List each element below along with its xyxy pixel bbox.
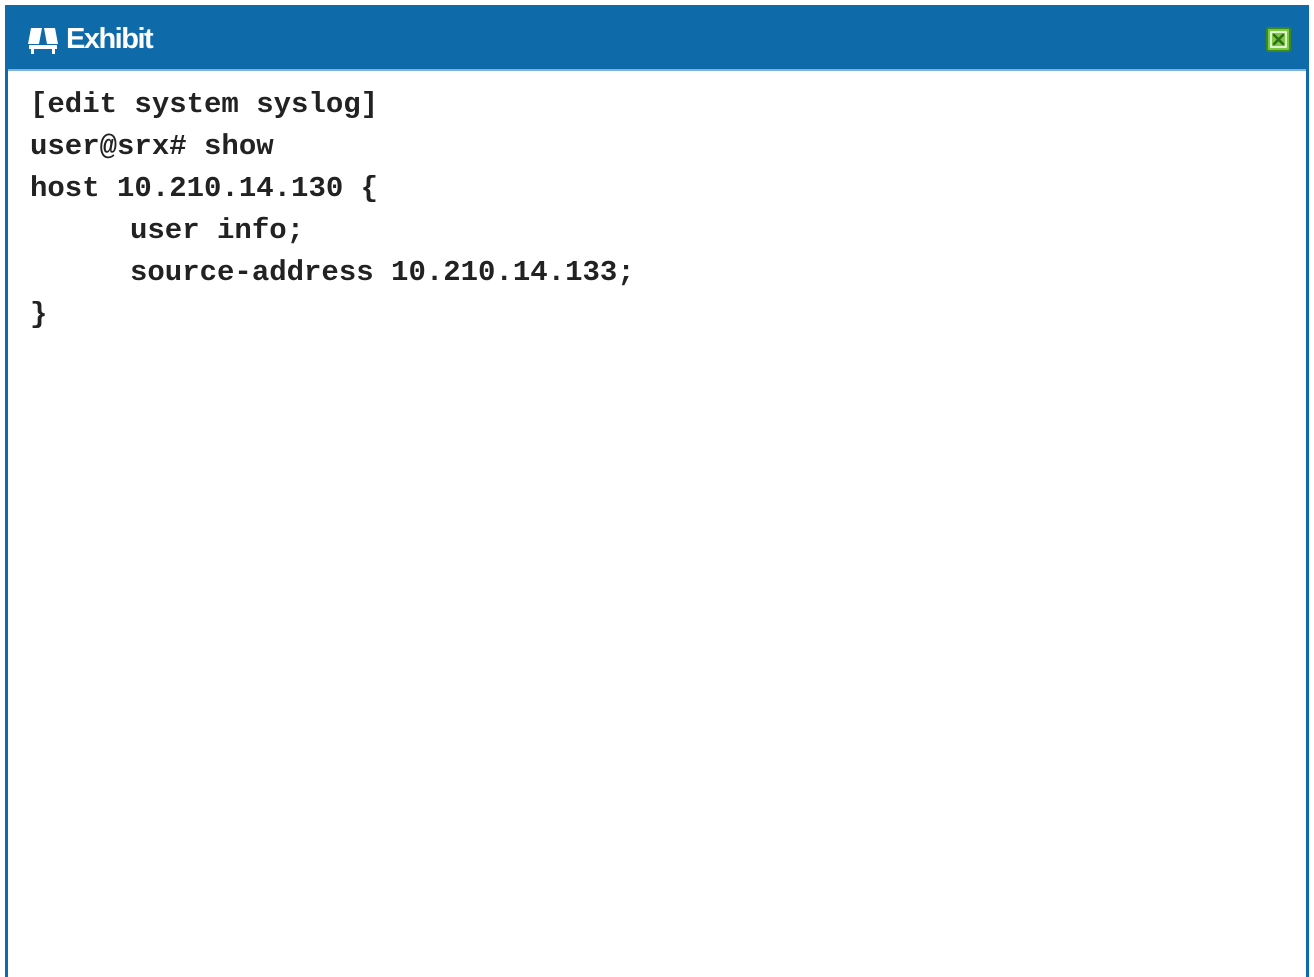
- config-line-close-brace: }: [30, 298, 48, 331]
- close-icon: [1266, 27, 1291, 52]
- close-button[interactable]: [1266, 27, 1291, 52]
- config-line-user: user info;: [130, 214, 305, 247]
- config-output: [edit system syslog] user@srx# show host…: [30, 84, 1286, 336]
- exhibit-icon: [26, 22, 60, 56]
- config-line-host: host 10.210.14.130 {: [30, 172, 379, 205]
- config-line-prompt: user@srx# show: [30, 130, 274, 163]
- config-line-source-address: source-address 10.210.14.133;: [130, 256, 635, 289]
- exhibit-window: Exhibit [edit system syslog] user@srx# s…: [5, 5, 1309, 977]
- config-line-edit-context: [edit system syslog]: [30, 88, 379, 121]
- window-title: Exhibit: [66, 23, 154, 55]
- title-bar: Exhibit: [8, 8, 1306, 71]
